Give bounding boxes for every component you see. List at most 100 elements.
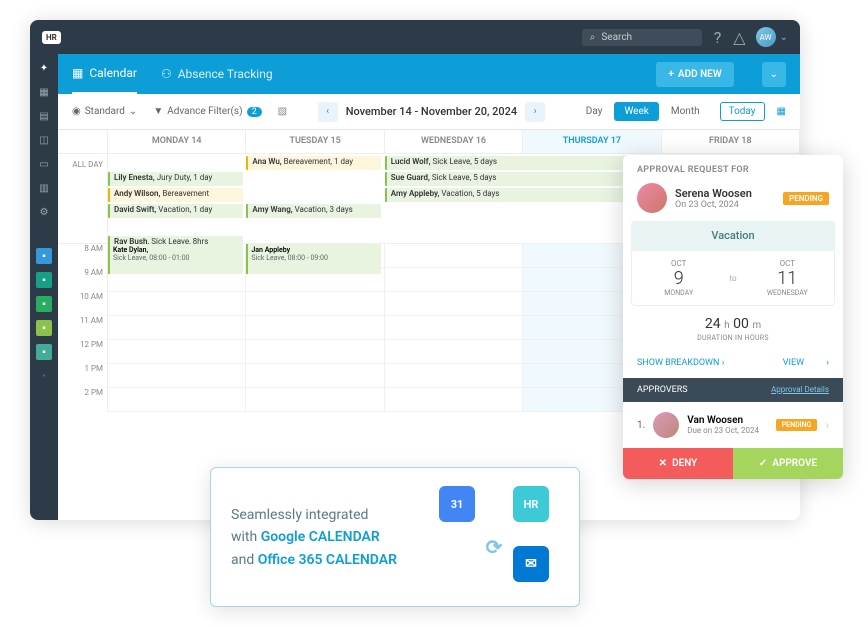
from-month: OCT bbox=[636, 259, 721, 268]
requester-date: On 23 Oct, 2024 bbox=[675, 200, 752, 210]
tab-calendar[interactable]: ▦ Calendar bbox=[72, 54, 137, 94]
approver-badge: PENDING bbox=[776, 419, 818, 431]
status-badge: PENDING bbox=[783, 192, 829, 205]
search-input[interactable]: ⌕ Search bbox=[582, 29, 702, 46]
people-icon: ⚇ bbox=[161, 67, 172, 81]
calendar-event[interactable]: Ana Wu, Bereavement, 1 day bbox=[246, 156, 381, 170]
chevron-down-icon: ⌄ bbox=[129, 106, 137, 117]
day-header: FRIDAY 18 bbox=[662, 130, 800, 153]
advance-label: Advance Filter(s) bbox=[167, 106, 242, 117]
approve-button[interactable]: ✓ APPROVE bbox=[733, 448, 843, 479]
calendar-event[interactable]: David Swift, Vacation, 1 day bbox=[108, 204, 243, 218]
approver-row[interactable]: 1. Van Woosen Due on 23 Oct, 2024 PENDIN… bbox=[623, 402, 843, 448]
integration-text: Seamlessly integrated with Google CALEND… bbox=[231, 486, 429, 588]
approval-details-link[interactable]: Approval Details bbox=[771, 385, 829, 395]
hour-label: 9 AM bbox=[58, 268, 107, 292]
mini-sidebar: ✦ ▦ ▤ ◫ ▭ ▥ ⚙ ▪ ▪ ▪ ▪ ▪ • bbox=[30, 54, 58, 520]
sidebar-icon-4[interactable]: ▭ bbox=[36, 156, 52, 172]
deny-label: DENY bbox=[672, 458, 697, 469]
calendar-event[interactable]: Kate Dylan,Sick Leave, 08:00 - 01:00 bbox=[108, 244, 243, 274]
add-new-label: ADD NEW bbox=[678, 69, 722, 80]
outlook-icon: ✉ bbox=[513, 546, 549, 582]
sidebar-icon-home[interactable]: ✦ bbox=[36, 60, 52, 76]
grid-toggle-icon[interactable]: ▦ bbox=[777, 106, 786, 117]
approver-due: Due on 23 Oct, 2024 bbox=[687, 426, 759, 435]
approval-title: APPROVAL REQUEST FOR bbox=[637, 165, 829, 175]
from-weekday: MONDAY bbox=[636, 289, 721, 297]
view-standard[interactable]: ◉ Standard ⌄ bbox=[72, 106, 137, 117]
calendar-icon: ▦ bbox=[72, 66, 83, 80]
nav-tabs: ▦ Calendar ⚇ Absence Tracking + ADD NEW … bbox=[58, 54, 800, 94]
from-day: 9 bbox=[636, 268, 721, 289]
sidebar-icon-2[interactable]: ▤ bbox=[36, 108, 52, 124]
filter-count-badge: 2 bbox=[247, 107, 262, 117]
help-icon[interactable]: ? bbox=[714, 28, 722, 47]
search-icon: ⌕ bbox=[590, 32, 596, 43]
to-day: 11 bbox=[745, 268, 830, 289]
to-label: to bbox=[725, 274, 740, 283]
sidebar-app-4[interactable]: ▪ bbox=[36, 320, 52, 336]
sidebar-icon-1[interactable]: ▦ bbox=[36, 84, 52, 100]
requester-name: Serena Woosen bbox=[675, 187, 752, 200]
calendar-event[interactable]: Amy Wang, Vacation, 3 days bbox=[246, 204, 381, 218]
check-icon: ✓ bbox=[759, 458, 767, 469]
day-header: THURSDAY 17 bbox=[523, 130, 661, 153]
approver-name: Van Woosen bbox=[687, 415, 759, 426]
x-icon: ✕ bbox=[659, 458, 667, 469]
approver-avatar bbox=[653, 412, 679, 438]
hour-label: 11 AM bbox=[58, 316, 107, 340]
prev-week-button[interactable]: ‹ bbox=[318, 102, 338, 122]
logo: HR bbox=[42, 31, 61, 44]
chevron-down-icon[interactable]: ⌄ bbox=[780, 32, 788, 43]
advance-filter[interactable]: ▼ Advance Filter(s) 2 bbox=[153, 106, 261, 117]
date-range-label: November 14 - November 20, 2024 bbox=[346, 105, 517, 118]
hour-label: 8 AM bbox=[58, 244, 107, 268]
requester-avatar bbox=[637, 183, 667, 213]
search-placeholder: Search bbox=[601, 32, 632, 43]
view-month[interactable]: Month bbox=[661, 102, 710, 121]
day-header: WEDNESDAY 16 bbox=[385, 130, 523, 153]
sidebar-app-1[interactable]: ▪ bbox=[36, 248, 52, 264]
next-week-button[interactable]: › bbox=[525, 102, 545, 122]
to-date: OCT 11 WEDNESDAY bbox=[741, 251, 834, 305]
sidebar-app-2[interactable]: ▪ bbox=[36, 272, 52, 288]
tab-calendar-label: Calendar bbox=[89, 66, 137, 80]
hour-label: 1 PM bbox=[58, 364, 107, 388]
layout-icon[interactable]: ▧ bbox=[278, 106, 287, 117]
sidebar-icon-dot[interactable]: • bbox=[36, 368, 52, 384]
sidebar-icon-6[interactable]: ⚙ bbox=[36, 204, 52, 220]
avatar[interactable]: AW bbox=[756, 27, 776, 47]
hr-cloud-icon: HR bbox=[513, 486, 549, 522]
sidebar-app-5[interactable]: ▪ bbox=[36, 344, 52, 360]
calendar-event[interactable]: Jan ApplebySick Leave, 08:00 - 09:00 bbox=[246, 244, 381, 274]
calendar-event[interactable]: Andy Wilson, Bereavement bbox=[108, 188, 243, 202]
sidebar-icon-5[interactable]: ▥ bbox=[36, 180, 52, 196]
plus-icon: + bbox=[668, 69, 674, 80]
approvers-title: APPROVERS bbox=[637, 385, 688, 395]
chevron-right-icon: › bbox=[825, 418, 829, 432]
approval-panel: APPROVAL REQUEST FOR Serena Woosen On 23… bbox=[623, 155, 843, 479]
duration-label: DURATION IN HOURS bbox=[633, 334, 833, 342]
google-calendar-icon bbox=[439, 486, 475, 522]
day-header: TUESDAY 15 bbox=[246, 130, 384, 153]
add-new-dropdown[interactable]: ⌄ bbox=[762, 62, 786, 87]
view-day[interactable]: Day bbox=[576, 102, 613, 121]
to-weekday: WEDNESDAY bbox=[745, 289, 830, 297]
view-link[interactable]: VIEW › bbox=[783, 358, 829, 368]
deny-button[interactable]: ✕ DENY bbox=[623, 448, 733, 479]
duration-value: 24 h 00 m bbox=[633, 316, 833, 332]
sidebar-app-3[interactable]: ▪ bbox=[36, 296, 52, 312]
sidebar-icon-3[interactable]: ◫ bbox=[36, 132, 52, 148]
tab-absence[interactable]: ⚇ Absence Tracking bbox=[161, 67, 273, 81]
show-breakdown-link[interactable]: SHOW BREAKDOWN › bbox=[637, 358, 724, 368]
view-week[interactable]: Week bbox=[614, 102, 658, 121]
approver-num: 1. bbox=[637, 420, 645, 431]
add-new-button[interactable]: + ADD NEW bbox=[656, 62, 733, 87]
today-button[interactable]: Today bbox=[720, 102, 765, 121]
allday-label: ALL DAY bbox=[58, 154, 108, 243]
bell-icon[interactable]: △ bbox=[733, 28, 745, 47]
hour-label: 10 AM bbox=[58, 292, 107, 316]
approvers-header: APPROVERS Approval Details bbox=[623, 378, 843, 402]
calendar-event[interactable]: Lily Enesta, Jury Duty, 1 day bbox=[108, 172, 243, 186]
day-header: MONDAY 14 bbox=[108, 130, 246, 153]
